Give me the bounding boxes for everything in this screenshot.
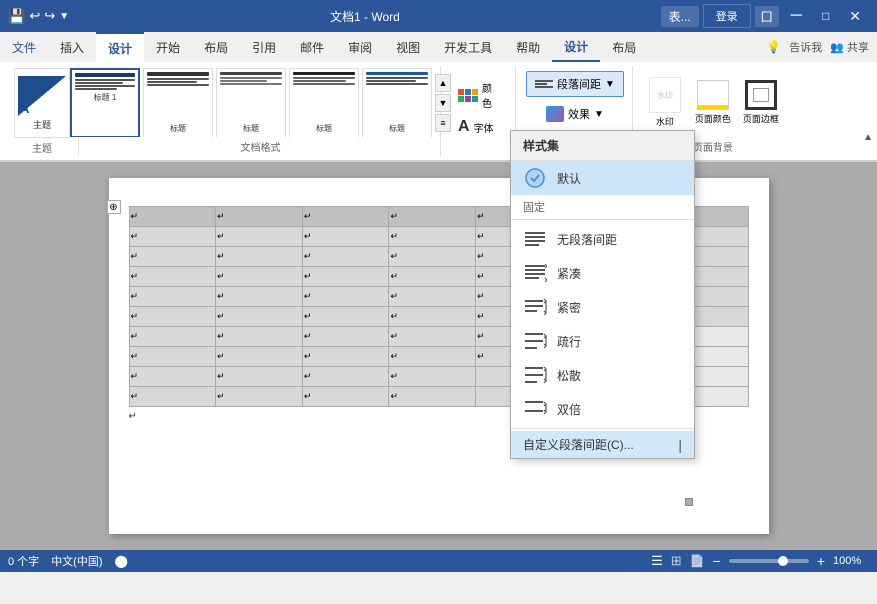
tab-help[interactable]: 帮助 [504,32,552,62]
doc-format-group: 标题 1 标题 标题 [81,66,441,156]
minimize-button[interactable]: ─ [783,7,810,25]
relaxed-label: 松散 [557,367,581,384]
compact-icon [523,261,547,285]
table-cell[interactable]: ↵ [302,207,389,227]
help-icon[interactable]: 💡 [766,40,781,54]
tab-layout2[interactable]: 布局 [600,32,648,62]
title-bar: 💾 ↩ ↪ ▼ 文档1 - Word 表... 登录 囗 ─ □ ✕ [0,0,877,32]
dropdown-section-fixed: 固定 [511,195,694,217]
dropdown-item-relaxed[interactable]: 松散 [511,358,694,392]
dropdown-menu: 样式集 默认 固定 无段落间距 [510,130,695,459]
tab-design[interactable]: 设计 [96,32,144,62]
tab-review[interactable]: 审阅 [336,32,384,62]
macro-icon[interactable]: ⬤ [115,554,128,568]
tab-references[interactable]: 引用 [240,32,288,62]
default-label: 默认 [557,170,581,187]
no-spacing-icon [523,227,547,251]
open-label: 疏行 [557,333,581,350]
table-cell[interactable]: ↵ [216,207,303,227]
view-web[interactable]: ⊞ [671,553,682,569]
page-color-button[interactable]: 页面颜色 [691,77,735,129]
tab-file[interactable]: 文件 [0,32,48,62]
collapse-ribbon[interactable]: ▲ [863,132,873,143]
dropdown-header: 样式集 [511,131,694,161]
zoom-slider[interactable] [729,559,809,563]
save-icon[interactable]: 💾 [8,8,25,25]
dropdown-item-open[interactable]: 疏行 [511,324,694,358]
quick-access-more[interactable]: ▼ [59,11,69,22]
colors-button[interactable]: 颜色 [451,81,507,109]
tight-icon [523,295,547,319]
tab-design2[interactable]: 设计 [552,32,600,62]
watermark-button[interactable]: 水印 水印 [643,77,687,129]
tab-home[interactable]: 开始 [144,32,192,62]
table-resize-handle[interactable] [685,498,693,506]
language: 中文(中国) [51,553,102,569]
extra-btn[interactable]: 表... [661,6,699,27]
zoom-out[interactable]: − [713,553,721,569]
dropdown-item-double[interactable]: 双倍 [511,392,694,426]
dropdown-custom-spacing[interactable]: 自定义段落间距(C)... | [511,431,694,458]
share-icon[interactable]: 👥 共享 [830,39,869,55]
undo-icon[interactable]: ↩ [29,8,40,24]
doc-format-label: 文档格式 [241,137,281,154]
page-border-button[interactable]: 页面边框 [739,77,783,129]
ribbon-tabs: 文件 插入 设计 开始 布局 引用 邮件 审阅 视图 开发工具 帮助 设计 布局… [0,32,877,62]
table-cell[interactable]: ↵ [129,207,216,227]
theme-item[interactable]: A 主题 [14,68,70,138]
login-button[interactable]: 登录 [703,4,751,28]
tab-developer[interactable]: 开发工具 [432,32,504,62]
no-spacing-label: 无段落间距 [557,231,617,248]
maximize-button[interactable]: □ [814,9,837,23]
fonts-button[interactable]: A 字体 [451,113,507,141]
style-item-5[interactable]: 标题 [362,68,432,137]
style-item-2[interactable]: 标题 [143,68,213,137]
double-label: 双倍 [557,401,581,418]
double-icon [523,397,547,421]
zoom-in[interactable]: + [817,553,825,569]
dropdown-item-no-spacing[interactable]: 无段落间距 [511,222,694,256]
table-cell[interactable]: ↵ [389,207,476,227]
dropdown-item-tight[interactable]: 紧密 [511,290,694,324]
word-count: 0 个字 [8,553,39,569]
dropdown-item-default[interactable]: 默认 [511,161,694,195]
redo-icon[interactable]: ↪ [44,8,55,24]
collab-icon[interactable]: 囗 [755,6,779,27]
tab-mail[interactable]: 邮件 [288,32,336,62]
tell-me[interactable]: 告诉我 [789,39,822,55]
para-spacing-button[interactable]: 段落间距 ▼ [526,71,624,97]
page-bg-label: 页面背景 [693,137,733,154]
effects-button[interactable]: 效果 ▼ [537,101,613,127]
ribbon-content: A 主题 主题 标题 1 标题 [0,62,877,162]
open-icon [523,329,547,353]
relaxed-icon [523,363,547,387]
status-bar: 0 个字 中文(中国) ⬤ ☰ ⊞ 📄 − + 100% [0,550,877,572]
tight-label: 紧密 [557,299,581,316]
main-area: ⊕ ↵ ↵ ↵ ↵ ↵ ↵ ↵ ↵ ↵ ↵ ↵ ↵ [0,162,877,550]
document-title: 文档1 - Word [330,8,400,25]
view-read[interactable]: 📄 [690,554,705,568]
dropdown-item-compact[interactable]: 紧凑 [511,256,694,290]
cursor-indicator: | [678,437,682,453]
style-item-1[interactable]: 标题 1 [70,68,140,137]
tab-view[interactable]: 视图 [384,32,432,62]
style-item-4[interactable]: 标题 [289,68,359,137]
close-button[interactable]: ✕ [841,8,869,25]
style-item-3[interactable]: 标题 [216,68,286,137]
tab-layout[interactable]: 布局 [192,32,240,62]
compact-label: 紧凑 [557,265,581,282]
view-print-layout[interactable]: ☰ [651,553,663,569]
colors-fonts-group: 颜色 A 字体 [443,66,516,156]
theme-group-label: 主题 [32,138,52,155]
theme-group: A 主题 主题 [6,66,79,156]
default-icon [523,166,547,190]
zoom-level: 100% [833,555,869,567]
table-move-handle[interactable]: ⊕ [107,200,121,214]
tab-insert[interactable]: 插入 [48,32,96,62]
